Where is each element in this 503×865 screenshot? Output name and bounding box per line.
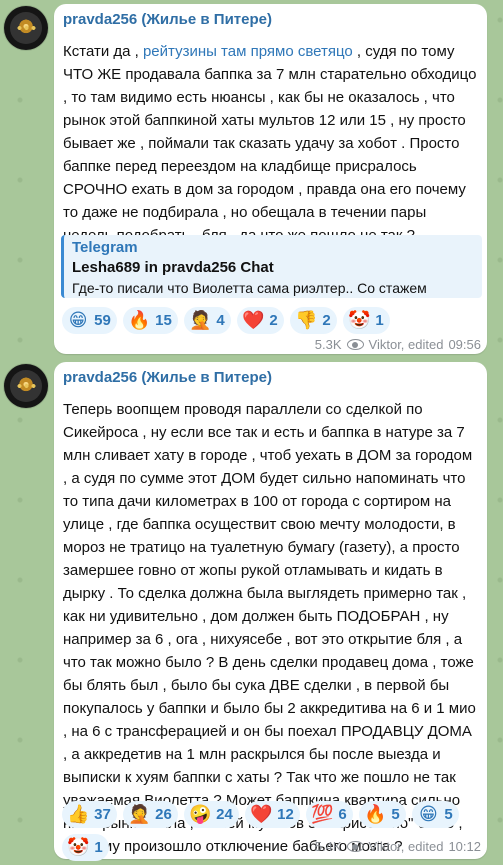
reaction-button[interactable]: 💯 6 (306, 801, 353, 828)
fire-emoji-icon: 🔥 (364, 804, 387, 824)
reaction-count: 4 (216, 312, 225, 329)
reaction-count: 2 (269, 312, 278, 329)
zany-face-emoji-icon: 🤪 (188, 804, 212, 824)
reaction-button[interactable]: 🤡 1 (62, 834, 109, 861)
channel-avatar[interactable] (4, 364, 48, 408)
grin-emoji-icon: 😁 (418, 804, 438, 824)
hundred-points-emoji-icon: 💯 (311, 804, 334, 824)
view-count: 5.4K (314, 839, 342, 854)
reaction-count: 12 (277, 806, 294, 823)
sender-name[interactable]: pravda256 (Жилье в Питере) (63, 11, 272, 28)
heart-emoji-icon: ❤️ (242, 310, 265, 330)
clown-emoji-icon: 🤡 (348, 310, 371, 330)
reaction-button[interactable]: 😁 5 (412, 801, 459, 828)
facepalm-emoji-icon: 🤦 (189, 310, 212, 330)
reaction-button[interactable]: 🤪 24 (184, 801, 239, 828)
reaction-button[interactable]: 🤡 1 (343, 307, 390, 334)
reaction-count: 6 (338, 806, 347, 823)
reaction-count: 59 (94, 312, 111, 329)
reaction-count: 24 (216, 806, 233, 823)
thumbs-down-emoji-icon: 👎 (295, 310, 318, 330)
reaction-button[interactable]: ❤️ 2 (237, 307, 284, 334)
clown-emoji-icon: 🤡 (67, 837, 90, 857)
grin-emoji-icon: 😁 (68, 310, 88, 330)
message-bubble[interactable]: pravda256 (Жилье в Питере) Теперь воопще… (54, 362, 487, 861)
fire-emoji-icon: 🔥 (127, 310, 151, 330)
message-meta: 5.3K Viktor, edited 09:56 (315, 337, 481, 352)
reaction-button[interactable]: 😁 59 (62, 307, 117, 334)
reaction-button[interactable]: 🤦 4 (184, 307, 231, 334)
reaction-button[interactable]: 🔥 5 (359, 801, 406, 828)
reaction-count: 1 (94, 839, 103, 856)
eye-icon (346, 339, 364, 350)
reaction-button[interactable]: ❤️ 12 (245, 801, 300, 828)
reaction-count: 1 (375, 312, 384, 329)
reaction-count: 2 (322, 312, 331, 329)
message-time: 09:56 (448, 337, 481, 352)
message-time: 10:12 (448, 839, 481, 854)
quote-source[interactable]: Telegram (72, 239, 138, 256)
message-bubble[interactable]: pravda256 (Жилье в Питере) Кстати да , р… (54, 4, 487, 354)
reaction-count: 37 (94, 806, 111, 823)
message-author: Viktor, edited (368, 337, 444, 352)
reaction-button[interactable]: 👎 2 (290, 307, 337, 334)
channel-avatar[interactable] (4, 6, 48, 50)
reaction-button[interactable]: 🤦 26 (123, 801, 178, 828)
quote-text: Где-то писали что Виолетта сама риэлтер.… (72, 280, 427, 296)
reaction-count: 5 (391, 806, 400, 823)
message-link[interactable]: рейтузины там прямо светяцо (143, 43, 353, 60)
message-text: Теперь воопщем проводя параллели со сдел… (63, 401, 476, 855)
message-author: Viktor, edited (368, 839, 444, 854)
message-text-part: Кстати да , (63, 43, 143, 60)
reaction-count: 5 (444, 806, 453, 823)
reaction-button[interactable]: 🔥 15 (123, 307, 178, 334)
message-meta: 5.4K Viktor, edited 10:12 (315, 839, 481, 854)
forwarded-quote[interactable]: Telegram Lesha689 in pravda256 Chat Где-… (61, 235, 482, 298)
message-text-part: , судя по тому ЧТО ЖЕ продавала баппка з… (63, 43, 477, 244)
reaction-count: 26 (155, 806, 172, 823)
sender-name[interactable]: pravda256 (Жилье в Питере) (63, 369, 272, 386)
reaction-button[interactable]: 👍 37 (62, 801, 117, 828)
eye-icon (346, 841, 364, 852)
facepalm-emoji-icon: 🤦 (127, 804, 151, 824)
message-text: Кстати да , рейтузины там прямо светяцо … (63, 40, 479, 244)
quote-title[interactable]: Lesha689 in pravda256 Chat (72, 259, 274, 276)
view-count: 5.3K (314, 337, 342, 352)
thumbs-up-emoji-icon: 👍 (66, 804, 90, 824)
heart-emoji-icon: ❤️ (249, 804, 273, 824)
reaction-count: 15 (155, 312, 172, 329)
